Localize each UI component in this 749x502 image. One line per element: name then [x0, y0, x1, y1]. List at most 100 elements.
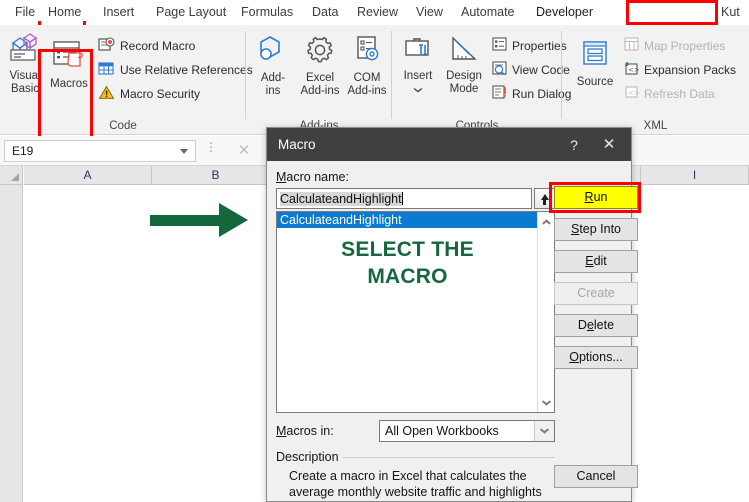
design-mode-button[interactable]: Design Mode — [440, 35, 488, 96]
tab-automate[interactable]: Automate — [456, 3, 520, 22]
chevron-down-icon — [540, 429, 548, 434]
ribbon-group-code: Visual Basic Macros Record Macro Use Rel… — [0, 25, 253, 145]
com-addins-label-line1: COM — [353, 72, 381, 84]
chevron-up-icon — [542, 218, 550, 223]
developer-tab-highlight — [626, 0, 718, 25]
tab-developer[interactable]: Developer — [531, 3, 598, 22]
design-mode-label-line1: Design — [446, 70, 482, 82]
list-item[interactable]: CalculateandHighlight — [277, 212, 538, 228]
record-macro-button[interactable]: Record Macro — [98, 37, 195, 55]
step-into-button[interactable]: Step Into — [554, 218, 638, 241]
insert-control-label: Insert — [403, 70, 433, 82]
tab-data[interactable]: Data — [307, 3, 343, 22]
ribbon-group-controls: Insert Design Mode Properties View Code … — [392, 25, 571, 135]
scroll-up-button[interactable] — [538, 212, 554, 229]
macros-in-label: Macros in: — [276, 424, 334, 438]
name-box-value: E19 — [12, 144, 34, 158]
use-relative-references-label: Use Relative References — [120, 63, 253, 77]
excel-addins-label-line1: Excel — [305, 72, 335, 84]
chevron-down-icon[interactable] — [396, 84, 440, 97]
expansion-packs-label: Expansion Packs — [644, 62, 737, 77]
delete-button-rest: lete — [593, 318, 615, 332]
tab-file[interactable]: File — [10, 3, 40, 22]
scroll-down-button[interactable] — [538, 395, 554, 412]
macro-name-value: CalculateandHighlight — [280, 192, 402, 206]
source-label: Source — [576, 76, 614, 88]
addins-label-line2: ins — [265, 85, 281, 97]
xml-source-icon — [570, 39, 620, 73]
name-box[interactable]: E19 — [4, 140, 196, 162]
watermark-text: SELECT THE MACRO — [277, 236, 538, 290]
map-properties-button: Map Properties — [624, 37, 725, 54]
formula-bar-handle[interactable]: ⋮ — [205, 141, 217, 158]
expansion-packs-button[interactable]: <> Expansion Packs — [624, 61, 736, 78]
view-code-button[interactable]: View Code — [492, 61, 570, 78]
create-button: Create — [554, 282, 638, 305]
tab-formulas[interactable]: Formulas — [236, 3, 298, 22]
delete-button[interactable]: Delete — [554, 314, 638, 337]
edit-button[interactable]: Edit — [554, 250, 638, 273]
cancel-button[interactable]: Cancel — [554, 465, 638, 488]
select-all-corner[interactable] — [0, 166, 23, 185]
close-icon[interactable]: ✕ — [595, 134, 623, 156]
com-addins-button[interactable]: COM Add-ins — [344, 35, 390, 98]
chevron-down-icon[interactable] — [180, 149, 188, 154]
properties-icon — [492, 37, 507, 54]
macro-list[interactable]: CalculateandHighlight SELECT THE MACRO — [276, 211, 555, 413]
column-header-i[interactable]: I — [641, 166, 749, 185]
refresh-data-icon: <> — [624, 85, 640, 102]
tab-review[interactable]: Review — [352, 3, 403, 22]
macro-name-input[interactable]: CalculateandHighlight — [276, 188, 532, 209]
ribbon-group-addins: Add- ins Excel Add-ins COM Add-ins Add-i… — [246, 25, 392, 135]
design-mode-label-line2: Mode — [449, 83, 479, 95]
excel-addins-button[interactable]: Excel Add-ins — [296, 35, 344, 98]
watermark-line1: SELECT THE — [341, 238, 474, 261]
svg-text:<>: <> — [628, 66, 639, 74]
description-divider — [343, 457, 555, 458]
use-relative-references-button[interactable]: Use Relative References — [98, 61, 253, 79]
refresh-data-button: <> Refresh Data — [624, 85, 715, 102]
pointer-arrow-head — [219, 203, 248, 237]
tab-insert[interactable]: Insert — [98, 3, 139, 22]
step-into-button-rest: tep Into — [579, 222, 622, 236]
chevron-down-icon — [542, 401, 550, 406]
macros-in-select[interactable]: All Open Workbooks — [379, 420, 555, 442]
tab-view[interactable]: View — [411, 3, 448, 22]
ribbon-group-xml: Source Map Properties <> Expansion Packs… — [562, 25, 749, 135]
macro-list-scrollbar[interactable] — [537, 212, 554, 412]
properties-button[interactable]: Properties — [492, 37, 567, 54]
view-code-icon — [492, 61, 507, 78]
macros-in-value: All Open Workbooks — [385, 424, 499, 438]
warning-triangle-icon — [98, 85, 115, 103]
create-button-label: Create — [577, 286, 615, 300]
com-addins-icon — [344, 35, 390, 69]
run-dialog-button[interactable]: Run Dialog — [492, 85, 571, 102]
ribbon-tab-bar: File Home Insert Page Layout Formulas Da… — [0, 0, 749, 25]
refresh-data-label: Refresh Data — [644, 86, 715, 101]
com-addins-label-line2: Add-ins — [347, 85, 387, 97]
source-button[interactable]: Source — [570, 39, 620, 89]
macros-in-dropdown-button[interactable] — [534, 421, 554, 441]
options-button[interactable]: Options... — [554, 346, 638, 369]
svg-text:<>: <> — [628, 89, 639, 97]
map-properties-icon — [624, 37, 639, 54]
column-header-b[interactable]: B — [152, 166, 280, 185]
watermark-line2: MACRO — [367, 265, 448, 288]
addins-button[interactable]: Add- ins — [252, 35, 294, 98]
help-icon[interactable]: ? — [563, 134, 585, 156]
addins-icon — [252, 35, 294, 69]
insert-control-button[interactable]: Insert — [396, 35, 440, 100]
column-header-a[interactable]: A — [24, 166, 152, 185]
tab-home[interactable]: Home — [43, 3, 86, 22]
tab-page-layout[interactable]: Page Layout — [151, 3, 231, 22]
cancel-icon[interactable]: ✕ — [228, 139, 260, 163]
addins-label-line1: Add- — [260, 72, 286, 84]
macro-name-label-rest: acro name: — [286, 170, 349, 184]
macro-security-button[interactable]: Macro Security — [98, 85, 200, 103]
ribbon-developer: Visual Basic Macros Record Macro Use Rel… — [0, 25, 749, 145]
map-properties-label: Map Properties — [644, 38, 726, 53]
relative-references-icon — [98, 61, 115, 79]
run-dialog-icon — [492, 85, 507, 102]
run-button-highlight — [549, 182, 641, 213]
tab-kutools[interactable]: Kut — [716, 3, 745, 22]
